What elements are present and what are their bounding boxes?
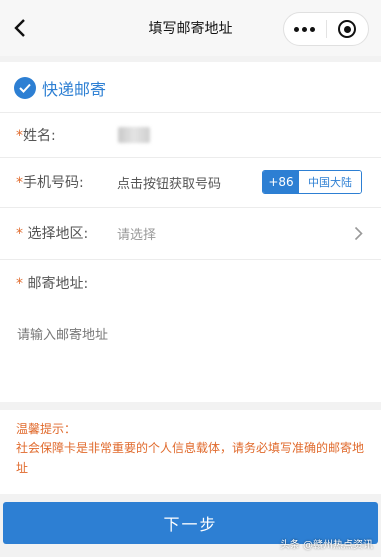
mini-program-capsule: [283, 12, 369, 46]
address-form-card: 快递邮寄 *姓名: *手机号码: 点击按钮获取号码 +86 中国大陆 * 选择地…: [0, 62, 381, 402]
phone-label: *手机号码:: [16, 175, 84, 191]
chevron-right-icon: [354, 226, 363, 240]
more-button[interactable]: [284, 13, 326, 45]
target-circle-icon: [338, 20, 357, 38]
address-textarea[interactable]: 请输入邮寄地址: [17, 324, 108, 343]
area-select-row[interactable]: * 选择地区: 请选择: [0, 207, 381, 259]
chevron-left-icon: [14, 19, 25, 37]
address-label: * 邮寄地址:: [16, 276, 89, 292]
name-row[interactable]: *姓名:: [0, 112, 381, 157]
area-placeholder: 请选择: [117, 227, 157, 243]
delivery-method-option[interactable]: 快递邮寄: [14, 70, 106, 106]
tips-body: 社会保障卡是非常重要的个人信息载体，请务必填写准确的邮寄地址: [16, 441, 365, 475]
region-name[interactable]: 中国大陆: [299, 171, 361, 193]
close-button[interactable]: [326, 13, 368, 45]
navigation-bar: 填写邮寄地址: [0, 0, 381, 56]
name-label: *姓名:: [16, 127, 56, 144]
tips-title: 温馨提示：: [16, 422, 77, 436]
phone-row: *手机号码: 点击按钮获取号码 +86 中国大陆: [0, 157, 381, 207]
tips-panel: 温馨提示： 社会保障卡是非常重要的个人信息载体，请务必填写准确的邮寄地址: [0, 410, 381, 494]
back-button[interactable]: [6, 14, 34, 42]
check-circle-icon: [14, 77, 36, 99]
delivery-method-label: 快递邮寄: [42, 80, 107, 99]
phone-region-selector[interactable]: +86 中国大陆: [262, 170, 362, 194]
more-dots-icon: [294, 26, 316, 32]
get-phone-number-link[interactable]: 点击按钮获取号码: [117, 173, 221, 192]
name-value-redacted: [118, 126, 150, 143]
page-title: 填写邮寄地址: [148, 21, 233, 37]
area-label: * 选择地区:: [16, 226, 89, 242]
address-label-row: * 邮寄地址:: [0, 259, 381, 307]
watermark: 头条 @赣州热点资讯: [279, 540, 373, 551]
country-code[interactable]: +86: [263, 171, 299, 193]
